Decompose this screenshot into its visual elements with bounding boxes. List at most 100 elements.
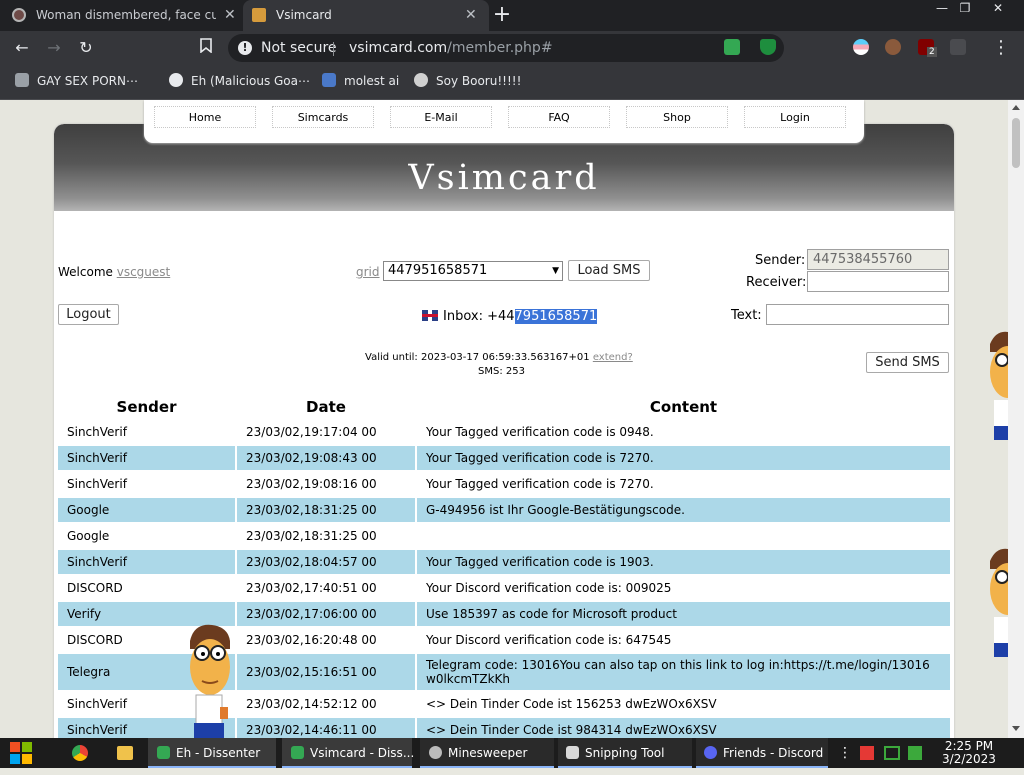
grid-link[interactable]: grid bbox=[356, 265, 380, 279]
mine-icon bbox=[429, 746, 442, 759]
info-icon[interactable]: ! bbox=[238, 41, 252, 55]
sms-count: SMS: 253 bbox=[478, 366, 525, 377]
cartoon-character-image bbox=[990, 331, 1008, 440]
tab-vsimcard[interactable]: Vsimcard ✕ bbox=[243, 0, 489, 31]
ublock-icon[interactable]: 2 bbox=[918, 39, 937, 57]
table-header: Sender Date Content bbox=[58, 396, 950, 418]
text-field[interactable] bbox=[766, 304, 949, 325]
cell-date: 23/03/02,14:46:11 00 bbox=[237, 718, 415, 738]
taskbar-item-minesweeper[interactable]: Minesweeper bbox=[420, 738, 554, 768]
url-text[interactable]: vsimcard.com/member.php# bbox=[349, 34, 553, 62]
nav-simcards[interactable]: Simcards bbox=[272, 106, 374, 128]
nav-home[interactable]: Home bbox=[154, 106, 256, 128]
nav-email[interactable]: E-Mail bbox=[390, 106, 492, 128]
taskbar-item-snipping-tool[interactable]: Snipping Tool bbox=[558, 738, 692, 768]
bookmark-item[interactable]: molest ai bbox=[322, 65, 399, 99]
load-sms-button[interactable]: Load SMS bbox=[568, 260, 650, 281]
extend-link[interactable]: extend? bbox=[593, 352, 633, 363]
receiver-label: Receiver: bbox=[746, 275, 807, 290]
bookmark-item[interactable]: Eh (Malicious Goa⋯ bbox=[169, 65, 310, 99]
flag-extension-icon[interactable] bbox=[853, 39, 869, 55]
flag-tray-icon[interactable] bbox=[860, 746, 874, 760]
nav-login[interactable]: Login bbox=[744, 106, 846, 128]
people-icon bbox=[15, 73, 29, 87]
taskbar-item-discord[interactable]: Friends - Discord bbox=[696, 738, 828, 768]
logout-button[interactable]: Logout bbox=[58, 304, 119, 325]
back-button[interactable]: ← bbox=[11, 37, 33, 59]
cell-content: G-494956 ist Ihr Google-Bestätigungscode… bbox=[417, 498, 950, 522]
column-header-content: Content bbox=[649, 398, 718, 416]
inbox-prefix: Inbox: +44 bbox=[443, 309, 515, 324]
welcome-text: Welcome vscguest bbox=[58, 265, 170, 279]
page-scrollbar[interactable] bbox=[1008, 100, 1024, 738]
dissenter-icon bbox=[291, 746, 304, 759]
dropdown-arrow-icon: ▼ bbox=[552, 266, 559, 276]
taskbar-item-vsimcard[interactable]: Vsimcard - Diss... bbox=[282, 738, 414, 768]
scissors-icon bbox=[566, 746, 579, 759]
chrome-icon[interactable] bbox=[72, 745, 88, 761]
number-select[interactable]: 447951658571 ▼ bbox=[383, 261, 563, 281]
cell-date: 23/03/02,16:20:48 00 bbox=[246, 633, 377, 647]
windows-start-icon[interactable] bbox=[10, 742, 32, 764]
forward-button[interactable]: → bbox=[43, 37, 65, 59]
security-status[interactable]: Not secure bbox=[261, 34, 337, 62]
bookmark-icon[interactable] bbox=[195, 37, 217, 59]
table-row: SinchVerif 23/03/02,19:08:43 00 Your Tagge… bbox=[58, 446, 950, 470]
text-label: Text: bbox=[731, 308, 762, 323]
nav-shop[interactable]: Shop bbox=[626, 106, 728, 128]
reload-button[interactable]: ↻ bbox=[75, 37, 97, 59]
cell-content: Your Discord verification code is: 64754… bbox=[426, 633, 672, 647]
url-host: vsimcard.com bbox=[349, 40, 448, 56]
close-window-button[interactable]: ✕ bbox=[984, 0, 1012, 18]
navigation-bar: ← → ↻ ! Not secure vsimcard.com/member.p… bbox=[0, 31, 1024, 65]
system-clock[interactable]: 2:25 PM 3/2/2023 bbox=[934, 740, 1004, 766]
new-tab-button[interactable]: + bbox=[492, 0, 512, 31]
address-bar[interactable]: ! Not secure vsimcard.com/member.php# bbox=[228, 34, 784, 62]
close-tab-icon[interactable]: ✕ bbox=[224, 0, 236, 31]
sender-field[interactable]: 447538455760 bbox=[807, 249, 949, 270]
bookmark-label: Soy Booru!!!!! bbox=[436, 74, 522, 88]
sim-card-favicon-icon bbox=[252, 8, 266, 22]
cell-date: 23/03/02,19:08:43 00 bbox=[237, 446, 415, 470]
cell-date: 23/03/02,18:31:25 00 bbox=[246, 529, 377, 543]
taskbar-item-eh-dissenter[interactable]: Eh - Dissenter bbox=[148, 738, 276, 768]
cell-sender: SinchVerif bbox=[58, 446, 235, 470]
scroll-down-icon[interactable] bbox=[1012, 726, 1020, 731]
scroll-up-icon[interactable] bbox=[1012, 105, 1020, 110]
nav-faq[interactable]: FAQ bbox=[508, 106, 610, 128]
page-viewport[interactable]: Vsimcard Welcome vscguest Logout grid 44… bbox=[0, 100, 1008, 738]
shield-extension-icon[interactable] bbox=[760, 39, 776, 55]
volume-icon[interactable] bbox=[908, 746, 922, 760]
cell-date: 23/03/02,19:08:16 00 bbox=[246, 477, 377, 491]
extension-icon[interactable] bbox=[950, 39, 966, 55]
sheets-extension-icon[interactable] bbox=[724, 39, 740, 55]
bookmarks-bar: GAY SEX PORN⋯ Eh (Malicious Goa⋯ molest … bbox=[0, 65, 1024, 100]
more-icon[interactable]: ⋮ bbox=[838, 738, 852, 768]
username-link[interactable]: vscguest bbox=[117, 265, 171, 279]
inbox-heading: Inbox: +447951658571 bbox=[422, 309, 598, 324]
scroll-thumb[interactable] bbox=[1012, 118, 1020, 168]
receiver-field[interactable] bbox=[807, 271, 949, 292]
cell-content: Your Discord verification code is: 00902… bbox=[426, 581, 672, 595]
cell-sender: SinchVerif bbox=[67, 425, 127, 439]
tab-woman-dismembered[interactable]: Woman dismembered, face cut in ✕ bbox=[0, 0, 242, 31]
site-navigation: Home Simcards E-Mail FAQ Shop Login bbox=[144, 100, 864, 143]
folder-icon[interactable] bbox=[117, 746, 133, 760]
globe-icon bbox=[169, 73, 183, 87]
inbox-number[interactable]: 7951658571 bbox=[514, 309, 598, 324]
cell-date: 23/03/02,18:31:25 00 bbox=[237, 498, 415, 522]
restore-button[interactable]: ❐ bbox=[951, 0, 979, 18]
network-icon[interactable] bbox=[884, 746, 900, 760]
bookmark-item[interactable]: GAY SEX PORN⋯ bbox=[15, 65, 138, 99]
bookmark-item[interactable]: Soy Booru!!!!! bbox=[414, 65, 521, 99]
tab-strip: Woman dismembered, face cut in ✕ Vsimcar… bbox=[0, 0, 1024, 31]
menu-button[interactable]: ⋮ bbox=[990, 37, 1012, 59]
valid-until: Valid until: 2023-03-17 06:59:33.563167+… bbox=[365, 352, 590, 363]
close-tab-icon[interactable]: ✕ bbox=[465, 0, 477, 31]
cell-sender: Google bbox=[58, 498, 235, 522]
avatar-extension-icon[interactable] bbox=[885, 39, 901, 55]
cell-content: Your Tagged verification code is 7270. bbox=[417, 446, 950, 470]
bookmark-label: Eh (Malicious Goa⋯ bbox=[191, 74, 310, 88]
extension-badge: 2 bbox=[927, 47, 937, 57]
send-sms-button[interactable]: Send SMS bbox=[866, 352, 949, 373]
